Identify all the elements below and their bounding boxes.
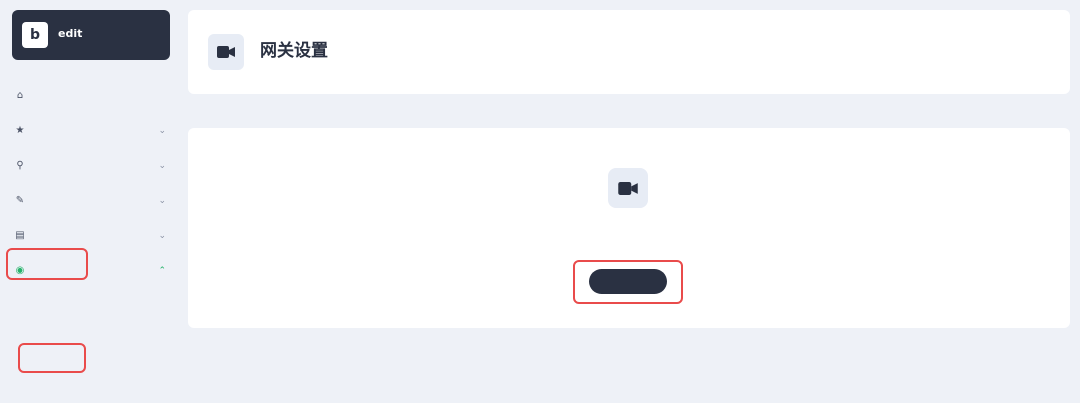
brand-name: edit bbox=[58, 27, 83, 40]
sidebar-item-4[interactable]: ✎ ⌄ bbox=[0, 183, 180, 218]
chevron-down-icon: ⌄ bbox=[158, 230, 166, 241]
camera-icon bbox=[608, 168, 648, 208]
submenu-item[interactable] bbox=[0, 280, 180, 302]
sidebar-nav: ⌂ ★ ⌄ ⚲ ⌄ ✎ ⌄ ▤ ⌄ ◉ ⌃ bbox=[0, 78, 180, 288]
camera-icon bbox=[208, 34, 244, 70]
chart-icon: ▤ bbox=[15, 230, 25, 241]
chevron-down-icon: ⌄ bbox=[158, 195, 166, 206]
chevron-up-icon: ⌃ bbox=[158, 265, 166, 276]
sidebar-item-3[interactable]: ⚲ ⌄ bbox=[0, 148, 180, 183]
gateway-icon: ◉ bbox=[15, 265, 25, 276]
brand-block[interactable]: b edit bbox=[12, 10, 170, 60]
star-icon: ★ bbox=[15, 125, 25, 136]
submenu-item[interactable] bbox=[0, 302, 180, 324]
submenu-item-gateway-settings[interactable] bbox=[0, 346, 180, 368]
submenu-item[interactable] bbox=[0, 324, 180, 346]
sidebar-item-2[interactable]: ★ ⌄ bbox=[0, 113, 180, 148]
app-root: b edit ⌂ ★ ⌄ ⚲ ⌄ ✎ ⌄ ▤ ⌄ ◉ ⌃ 网关设置 bbox=[0, 0, 1080, 403]
camera-icon-svg bbox=[217, 46, 235, 58]
sidebar-submenu bbox=[0, 280, 180, 390]
page-header: 网关设置 bbox=[188, 10, 1070, 94]
chevron-down-icon: ⌄ bbox=[158, 160, 166, 171]
camera-icon-svg bbox=[618, 181, 638, 195]
sidebar-item-home[interactable]: ⌂ bbox=[0, 78, 180, 113]
create-gateway-button[interactable] bbox=[589, 269, 667, 294]
chevron-down-icon: ⌄ bbox=[158, 125, 166, 136]
page-title: 网关设置 bbox=[260, 40, 328, 61]
sidebar: b edit ⌂ ★ ⌄ ⚲ ⌄ ✎ ⌄ ▤ ⌄ ◉ ⌃ bbox=[0, 0, 180, 403]
home-icon: ⌂ bbox=[16, 90, 24, 101]
submenu-item[interactable] bbox=[0, 368, 180, 390]
empty-state-card bbox=[188, 128, 1070, 328]
brand-logo: b bbox=[22, 22, 48, 48]
edit-icon: ✎ bbox=[15, 195, 25, 206]
sidebar-item-5[interactable]: ▤ ⌄ bbox=[0, 218, 180, 253]
filter-icon: ⚲ bbox=[16, 160, 24, 171]
